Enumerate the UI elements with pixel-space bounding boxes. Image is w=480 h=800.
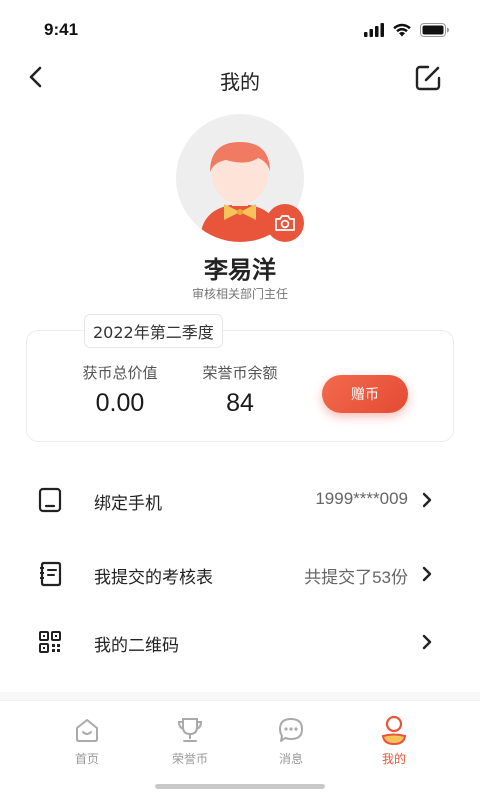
user-role: 审核相关部门主任 [191,287,288,301]
honor-balance-stat: 荣誉币余额 84 [190,362,290,418]
tab-home[interactable]: 首页 [47,715,127,767]
menu-item-submitted-forms[interactable]: 我提交的考核表 共提交了53份 [0,546,480,602]
menu-item-label: 我提交的考核表 [94,568,213,588]
home-indicator [155,784,325,789]
qrcode-icon [36,628,64,656]
tab-messages[interactable]: 消息 [251,715,331,767]
honor-balance-label: 荣誉币余额 [202,364,278,382]
menu-item-label: 绑定手机 [94,494,162,514]
message-icon [276,715,306,745]
phone-icon [36,486,64,514]
wifi-icon [392,22,412,41]
camera-icon[interactable] [266,204,304,242]
page-title: 我的 [220,70,260,94]
honor-balance-value: 84 [226,389,254,417]
profile-icon [379,715,409,745]
signal-icon [364,22,384,41]
gift-coin-button[interactable]: 赠币 [322,375,408,413]
user-name: 李易洋 [204,256,276,284]
status-bar: 9:41 [0,0,480,56]
tab-label: 我的 [381,752,406,766]
status-icons [364,22,450,41]
menu-item-bind-phone[interactable]: 绑定手机 1999****009 [0,472,480,528]
tab-label: 荣誉币 [171,752,208,766]
tab-label: 消息 [278,752,303,766]
form-icon [36,560,64,588]
menu-item-value: 共提交了53份 [304,568,408,587]
tab-honor-coin[interactable]: 荣誉币 [150,715,230,767]
menu-item-label: 我的二维码 [94,636,179,656]
coins-total-label: 获币总价值 [82,364,158,382]
tab-label: 首页 [74,752,99,766]
edit-icon[interactable] [412,62,444,94]
trophy-icon [175,715,205,745]
status-time: 9:41 [44,20,79,39]
nav-bar: 我的 [0,56,480,102]
battery-icon [420,22,450,41]
chevron-right-icon [420,564,434,584]
chevron-right-icon [420,490,434,510]
avatar[interactable] [176,114,304,242]
tab-mine[interactable]: 我的 [354,715,434,767]
menu-item-value: 1999****009 [315,489,408,508]
coins-total-stat: 获币总价值 0.00 [70,362,170,418]
chevron-right-icon [420,632,434,652]
season-tag: 2022年第二季度 [84,314,223,348]
divider [0,692,480,700]
menu-item-qrcode[interactable]: 我的二维码 [0,614,480,670]
home-icon [72,715,102,745]
coins-total-value: 0.00 [95,389,145,417]
